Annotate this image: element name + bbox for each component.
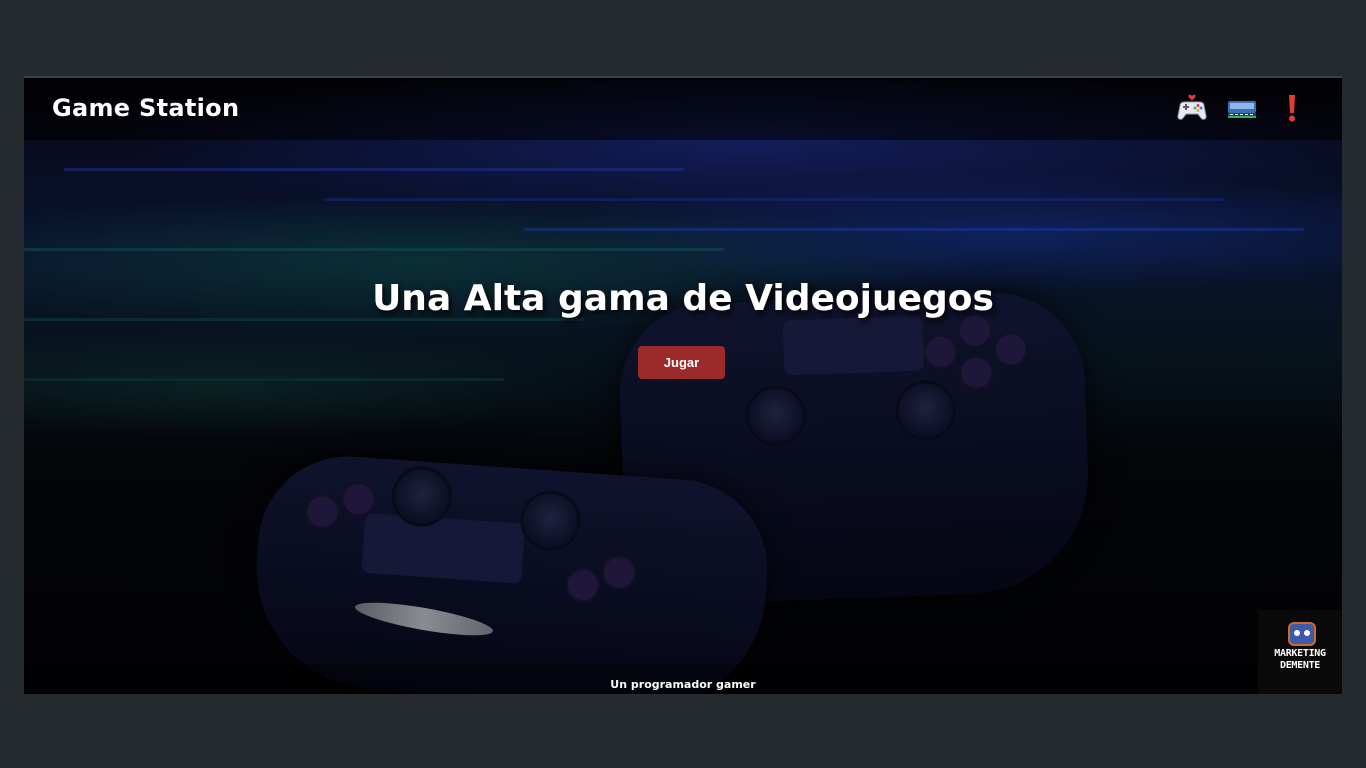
- retro-console-icon[interactable]: [1226, 92, 1258, 124]
- marketing-demente-logo: MARKETING DEMENTE: [1258, 610, 1342, 694]
- gamepad-heart-icon[interactable]: [1176, 92, 1208, 124]
- footer-text: Un programador gamer: [610, 678, 756, 691]
- brand-logo-text[interactable]: Game Station: [52, 94, 239, 122]
- nav-icons: [1176, 92, 1308, 124]
- dark-overlay: [24, 78, 1342, 694]
- play-button[interactable]: Jugar: [638, 346, 725, 379]
- hero-title: Una Alta gama de Videojuegos: [372, 278, 994, 319]
- robot-mascot-icon: [1288, 622, 1316, 646]
- top-navbar: Game Station: [24, 78, 1342, 140]
- logo-text-line1: MARKETING: [1274, 648, 1326, 659]
- exclamation-icon[interactable]: [1276, 92, 1308, 124]
- logo-text-line2: DEMENTE: [1279, 660, 1321, 671]
- browser-viewport: Game Station Una Alta gama de Videojuego…: [24, 76, 1342, 694]
